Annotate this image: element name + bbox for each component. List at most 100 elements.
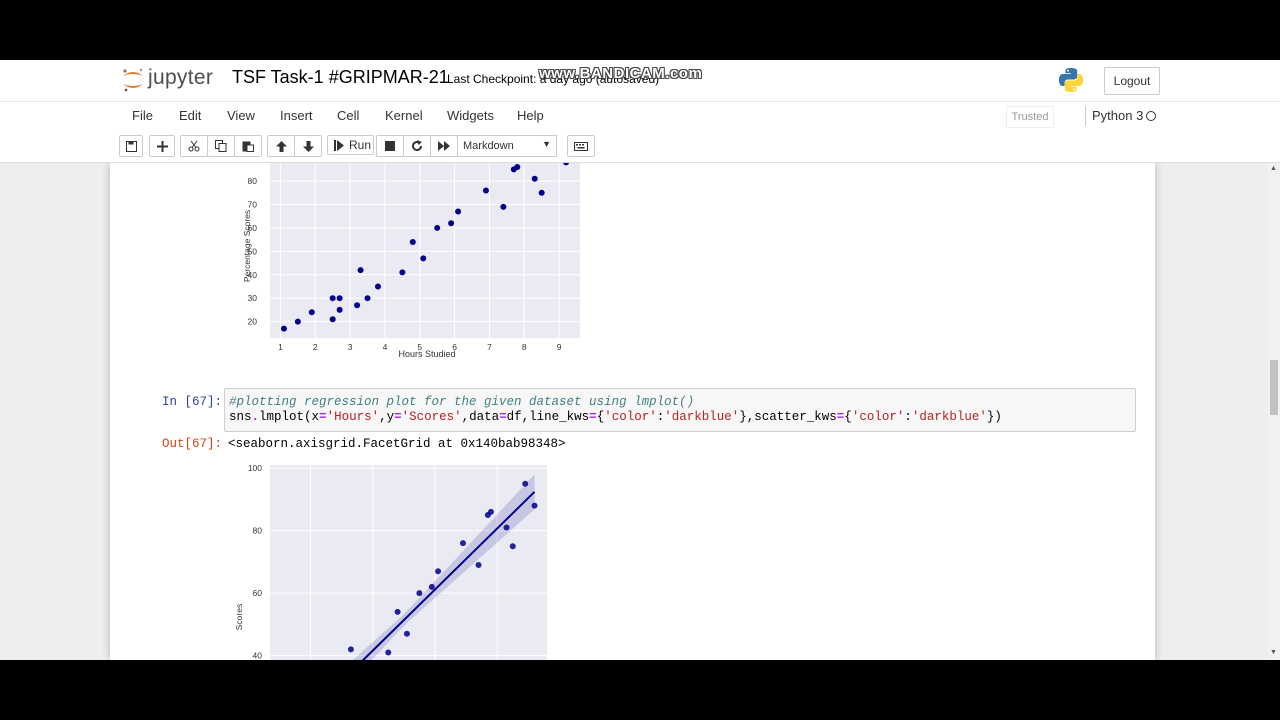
data-point: [409, 238, 416, 245]
menu-kernel[interactable]: Kernel: [385, 108, 423, 123]
data-point: [420, 255, 427, 262]
paste-button[interactable]: [234, 135, 262, 157]
python-logo-icon: [1059, 68, 1083, 92]
toolbar: Run Markdown ▼: [0, 130, 1280, 163]
run-button[interactable]: Run: [327, 135, 374, 155]
x-tick-label: 7: [487, 342, 492, 352]
header: jupyter TSF Task-1 #GRIPMAR-21 Last Chec…: [0, 60, 1280, 102]
menu-widgets[interactable]: Widgets: [447, 108, 494, 123]
data-point: [357, 267, 364, 274]
code-comment: #plotting regression plot for the given …: [229, 395, 695, 409]
logout-button[interactable]: Logout: [1104, 67, 1160, 95]
command-palette-button[interactable]: [567, 135, 595, 157]
data-point: [531, 502, 538, 509]
save-icon: [125, 140, 137, 152]
data-point: [503, 524, 510, 531]
menu-view[interactable]: View: [227, 108, 255, 123]
y-tick-label: 60: [253, 588, 263, 598]
x-tick-label: 1: [278, 342, 283, 352]
data-point: [522, 480, 529, 487]
cell-output-prompt: Out[67]:: [162, 437, 223, 451]
recording-watermark: www.BANDICAM.com: [539, 65, 703, 82]
regression-plot: 40 60 80 100 Scores: [234, 465, 547, 660]
y-tick-label: 20: [248, 317, 258, 327]
data-point: [482, 187, 489, 194]
move-down-button[interactable]: [294, 135, 322, 157]
data-point: [509, 543, 516, 550]
menubar: File Edit View Insert Cell Kernel Widget…: [0, 101, 1280, 130]
data-point: [514, 164, 521, 171]
data-point: [531, 175, 538, 182]
menu-help[interactable]: Help: [517, 108, 544, 123]
x-tick-label: 2: [313, 342, 318, 352]
x-tick-label: 3: [348, 342, 353, 352]
y-tick-label: 40: [253, 651, 263, 660]
data-point: [475, 562, 482, 568]
insert-cell-button[interactable]: [149, 135, 175, 157]
scissors-icon: [188, 140, 200, 152]
kernel-status-icon: [1146, 111, 1156, 121]
menu-edit[interactable]: Edit: [179, 108, 201, 123]
arrow-up-icon: [275, 140, 287, 152]
save-button[interactable]: [119, 135, 143, 157]
data-point: [416, 590, 423, 597]
kernel-separator: [1085, 106, 1086, 126]
data-point: [434, 224, 441, 231]
screen-bottom-border: [0, 660, 1280, 720]
data-point: [459, 540, 466, 547]
x-tick-label: 8: [522, 342, 527, 352]
notebook-container: 123456789 20 30 40 50 60 70 80 Hours Studied P…: [0, 163, 1268, 660]
x-tick-label: 4: [383, 342, 388, 352]
x-tick-label: 9: [557, 342, 562, 352]
menu-insert[interactable]: Insert: [280, 108, 313, 123]
plot-background: [270, 163, 580, 338]
menu-cell[interactable]: Cell: [337, 108, 359, 123]
data-point: [538, 189, 545, 196]
interrupt-button[interactable]: [376, 135, 404, 157]
scores-scatter-plot: 123456789 20304050607080 Hours Studied P…: [242, 163, 580, 359]
restart-icon: [412, 140, 422, 151]
restart-button[interactable]: [403, 135, 431, 157]
code-cell-editor[interactable]: #plotting regression plot for the given …: [224, 388, 1136, 432]
stop-icon: [385, 141, 395, 151]
data-point: [280, 325, 287, 332]
scroll-down-icon[interactable]: ▼: [1270, 649, 1277, 656]
y-tick-label: 80: [248, 176, 258, 186]
cell-type-select[interactable]: Markdown ▼: [457, 135, 557, 157]
screen-top-border: [0, 0, 1280, 60]
cell-output-text: <seaborn.axisgrid.FacetGrid at 0x140bab9…: [228, 437, 566, 451]
move-up-button[interactable]: [267, 135, 295, 157]
restart-run-all-button[interactable]: [430, 135, 458, 157]
data-point: [336, 306, 343, 313]
notebook-name[interactable]: TSF Task-1 #GRIPMAR-21: [232, 67, 449, 88]
cut-button[interactable]: [180, 135, 208, 157]
y-tick-label: 100: [248, 465, 262, 473]
y-tick-label: 70: [248, 200, 258, 210]
data-point: [354, 302, 361, 309]
kernel-name: Python 3: [1092, 108, 1144, 123]
data-point: [448, 220, 455, 227]
data-point: [385, 649, 392, 656]
y-axis-label: Scores: [234, 604, 244, 630]
cell-input-prompt: In [67]:: [162, 395, 223, 409]
data-point: [294, 318, 301, 325]
data-point: [329, 316, 336, 323]
trusted-indicator[interactable]: Trusted: [1006, 106, 1054, 128]
scrollbar-thumb[interactable]: [1270, 360, 1278, 415]
plot-background: [270, 465, 547, 660]
vertical-scrollbar[interactable]: ▲ ▼: [1268, 163, 1280, 660]
paste-icon: [242, 141, 254, 152]
jupyter-window: jupyter TSF Task-1 #GRIPMAR-21 Last Chec…: [0, 60, 1280, 660]
jupyter-logo-text[interactable]: jupyter: [148, 66, 213, 90]
data-point: [435, 568, 442, 575]
data-point: [500, 203, 507, 210]
copy-button[interactable]: [207, 135, 235, 157]
chevron-down-icon: ▼: [542, 139, 551, 149]
scroll-up-icon[interactable]: ▲: [1270, 165, 1277, 172]
data-point: [394, 608, 401, 615]
jupyter-logo-icon[interactable]: [121, 67, 145, 93]
menu-file[interactable]: File: [132, 108, 153, 123]
arrow-down-icon: [302, 140, 314, 152]
copy-icon: [215, 140, 227, 152]
run-label: Run: [349, 138, 372, 152]
